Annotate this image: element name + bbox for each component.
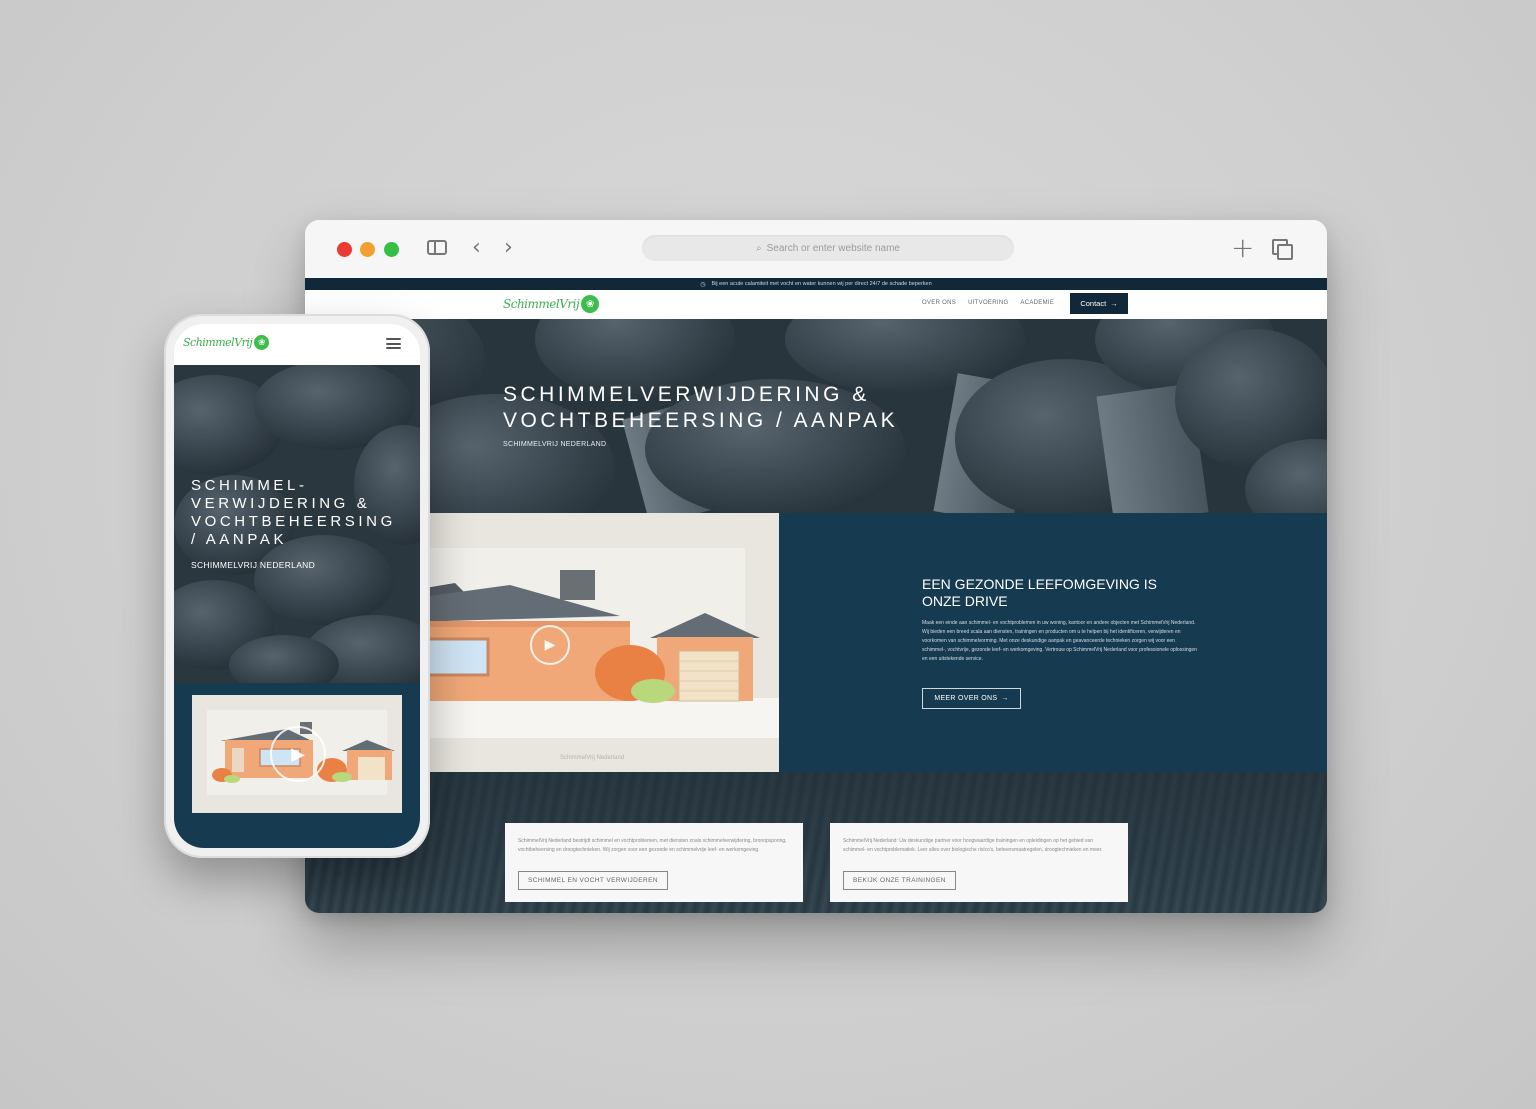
main-navigation: OVER ONS UITVOERING ACADEMIE <box>922 300 1054 306</box>
forward-icon[interactable]: › <box>504 235 513 260</box>
mobile-hero: SCHIMMEL- VERWIJDERING & VOCHTBEHEERSING… <box>174 365 420 683</box>
meer-over-ons-button[interactable]: MEER OVER ONS → <box>922 688 1021 709</box>
close-window-button[interactable] <box>337 242 352 257</box>
mushroom-gills-background <box>305 772 1327 913</box>
site-header: SchimmelVrij ❀ OVER ONS UITVOERING ACADE… <box>305 290 1327 319</box>
website-mobile: SchimmelVrij ❀ SCHIMMEL- VERWIJDERING & … <box>174 324 420 848</box>
play-icon[interactable]: ▶ <box>270 726 326 782</box>
website-desktop: ◷ Bij een acute calamiteit met vocht en … <box>305 278 1327 913</box>
browser-window: ‹ › ⌕ Search or enter website name + ◷ B… <box>305 220 1327 913</box>
back-icon[interactable]: ‹ <box>472 235 481 260</box>
tabs-icon[interactable] <box>1272 239 1293 260</box>
minimize-window-button[interactable] <box>360 242 375 257</box>
mobile-title-line-2: VERWIJDERING & <box>191 495 371 512</box>
mobile-hero-subtitle: SCHIMMELVRIJ NEDERLAND <box>191 560 316 570</box>
service-card-training: SchimmelVrij Nederland: Uw deskundige pa… <box>830 823 1128 902</box>
clock-icon: ◷ <box>700 280 706 288</box>
mobile-title-line-3: VOCHTBEHEERSING <box>191 513 396 530</box>
about-section: SchimmelVrij Nederland ▶ EEN GEZONDE LEE… <box>305 513 1327 772</box>
mobile-logo-text: SchimmelVrij <box>183 336 253 349</box>
contact-button-label: Contact <box>1080 299 1107 308</box>
nav-link-uitvoering[interactable]: UITVOERING <box>968 300 1008 306</box>
mobile-logo[interactable]: SchimmelVrij ❀ <box>183 335 270 350</box>
phone-mockup: SchimmelVrij ❀ SCHIMMEL- VERWIJDERING & … <box>164 314 430 858</box>
new-tab-icon[interactable]: + <box>1231 231 1254 264</box>
nav-link-academie[interactable]: ACADEMIE <box>1020 300 1054 306</box>
sidebar-icon[interactable] <box>427 240 447 255</box>
hero-title: SCHIMMELVERWIJDERING & VOCHTBEHEERSING /… <box>503 382 898 434</box>
arrow-right-icon: → <box>1110 299 1118 308</box>
mobile-hero-title: SCHIMMEL- VERWIJDERING & VOCHTBEHEERSING… <box>191 477 420 549</box>
service-card-text: SchimmelVrij Nederland: Uw deskundige pa… <box>843 838 1103 853</box>
about-body: Maak een einde aan schimmel- en vochtpro… <box>922 620 1197 662</box>
mobile-title-line-1: SCHIMMEL- <box>191 477 308 494</box>
address-placeholder: Search or enter website name <box>766 242 900 254</box>
hero-section: SCHIMMELVERWIJDERING & VOCHTBEHEERSING /… <box>305 319 1327 513</box>
schimmel-verwijderen-button[interactable]: SCHIMMEL EN VOCHT VERWIJDEREN <box>518 871 668 890</box>
hamburger-menu-icon[interactable] <box>386 338 401 349</box>
service-card-text: SchimmelVrij Nederland bestrijdt schimme… <box>518 838 787 853</box>
mobile-title-line-4: / AANPAK <box>191 531 288 548</box>
lotus-logo-icon: ❀ <box>581 295 600 313</box>
about-heading-line-2: ONZE DRIVE <box>922 593 1008 609</box>
mobile-about-section: ▶ <box>174 683 420 848</box>
mobile-header: SchimmelVrij ❀ <box>174 324 420 365</box>
mobile-video-player[interactable]: ▶ <box>192 695 402 813</box>
services-section: SchimmelVrij Nederland bestrijdt schimme… <box>305 772 1327 913</box>
logo-text: SchimmelVrij <box>503 297 580 311</box>
announcement-bar: ◷ Bij een acute calamiteit met vocht en … <box>305 278 1327 290</box>
play-icon[interactable]: ▶ <box>530 625 570 665</box>
video-watermark: SchimmelVrij Nederland <box>560 755 624 761</box>
nav-link-over-ons[interactable]: OVER ONS <box>922 300 956 306</box>
bekijk-trainingen-button[interactable]: BEKIJK ONZE TRAININGEN <box>843 871 956 890</box>
browser-toolbar: ‹ › ⌕ Search or enter website name + <box>305 220 1327 278</box>
arrow-right-icon: → <box>1001 695 1009 702</box>
about-panel: EEN GEZONDE LEEFOMGEVING IS ONZE DRIVE M… <box>779 513 1327 772</box>
hero-subtitle: SCHIMMELVRIJ NEDERLAND <box>503 441 607 448</box>
search-icon: ⌕ <box>755 242 762 254</box>
hero-title-line-2: VOCHTBEHEERSING / AANPAK <box>503 409 899 432</box>
lotus-logo-icon: ❀ <box>254 335 270 350</box>
meer-over-ons-label: MEER OVER ONS <box>934 695 998 702</box>
about-heading-line-1: EEN GEZONDE LEEFOMGEVING IS <box>922 576 1157 592</box>
contact-button[interactable]: Contact → <box>1070 293 1128 314</box>
service-card-removal: SchimmelVrij Nederland bestrijdt schimme… <box>505 823 803 902</box>
announcement-text: Bij een acute calamiteit met vocht en wa… <box>711 281 932 287</box>
site-logo[interactable]: SchimmelVrij ❀ <box>503 295 600 313</box>
about-heading: EEN GEZONDE LEEFOMGEVING IS ONZE DRIVE <box>922 576 1222 610</box>
maximize-window-button[interactable] <box>384 242 399 257</box>
hero-title-line-1: SCHIMMELVERWIJDERING & <box>503 383 870 406</box>
address-bar[interactable]: ⌕ Search or enter website name <box>642 235 1014 261</box>
